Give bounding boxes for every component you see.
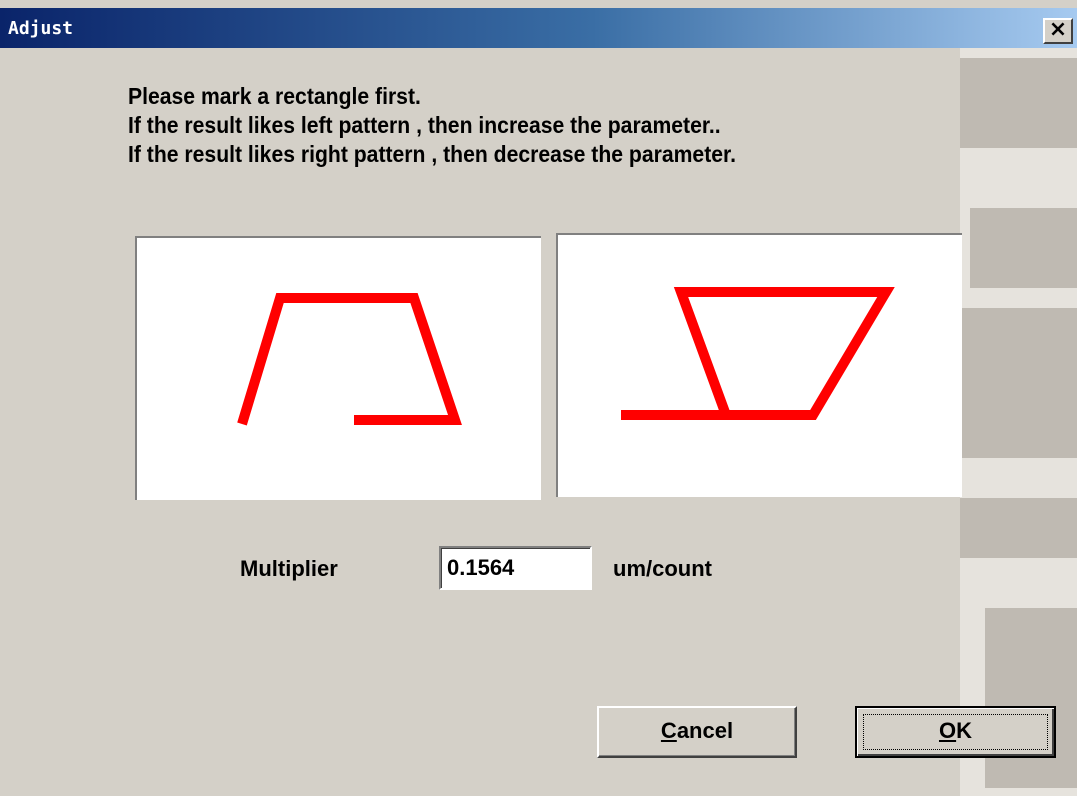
multiplier-input[interactable] (439, 546, 592, 590)
focus-rectangle (863, 714, 1048, 750)
unit-label: um/count (613, 556, 712, 581)
cancel-label: ancel (676, 718, 734, 743)
adjust-dialog: Adjust × Please mark a rectangle first. … (0, 0, 1077, 796)
window-title: Adjust (8, 18, 74, 39)
left-pattern-image (237, 293, 462, 426)
right-pattern-image (621, 287, 895, 420)
close-button[interactable]: × (1043, 18, 1073, 44)
instructions: Please mark a rectangle first. If the re… (128, 82, 789, 169)
cancel-mnemonic: C (660, 718, 677, 743)
instruction-line: If the result likes right pattern , then… (128, 141, 736, 167)
title-bar[interactable]: Adjust × (0, 8, 1077, 48)
instruction-line: Please mark a rectangle first. (128, 83, 421, 109)
instruction-line: If the result likes left pattern , then … (128, 112, 721, 138)
right-pattern-box (556, 233, 962, 497)
close-icon: × (1048, 17, 1068, 42)
ok-button[interactable]: OK (855, 706, 1056, 758)
left-pattern-box (135, 236, 541, 500)
background-watermark (960, 48, 1077, 796)
multiplier-label: Multiplier (240, 556, 338, 581)
cancel-button[interactable]: Cancel (597, 706, 797, 758)
